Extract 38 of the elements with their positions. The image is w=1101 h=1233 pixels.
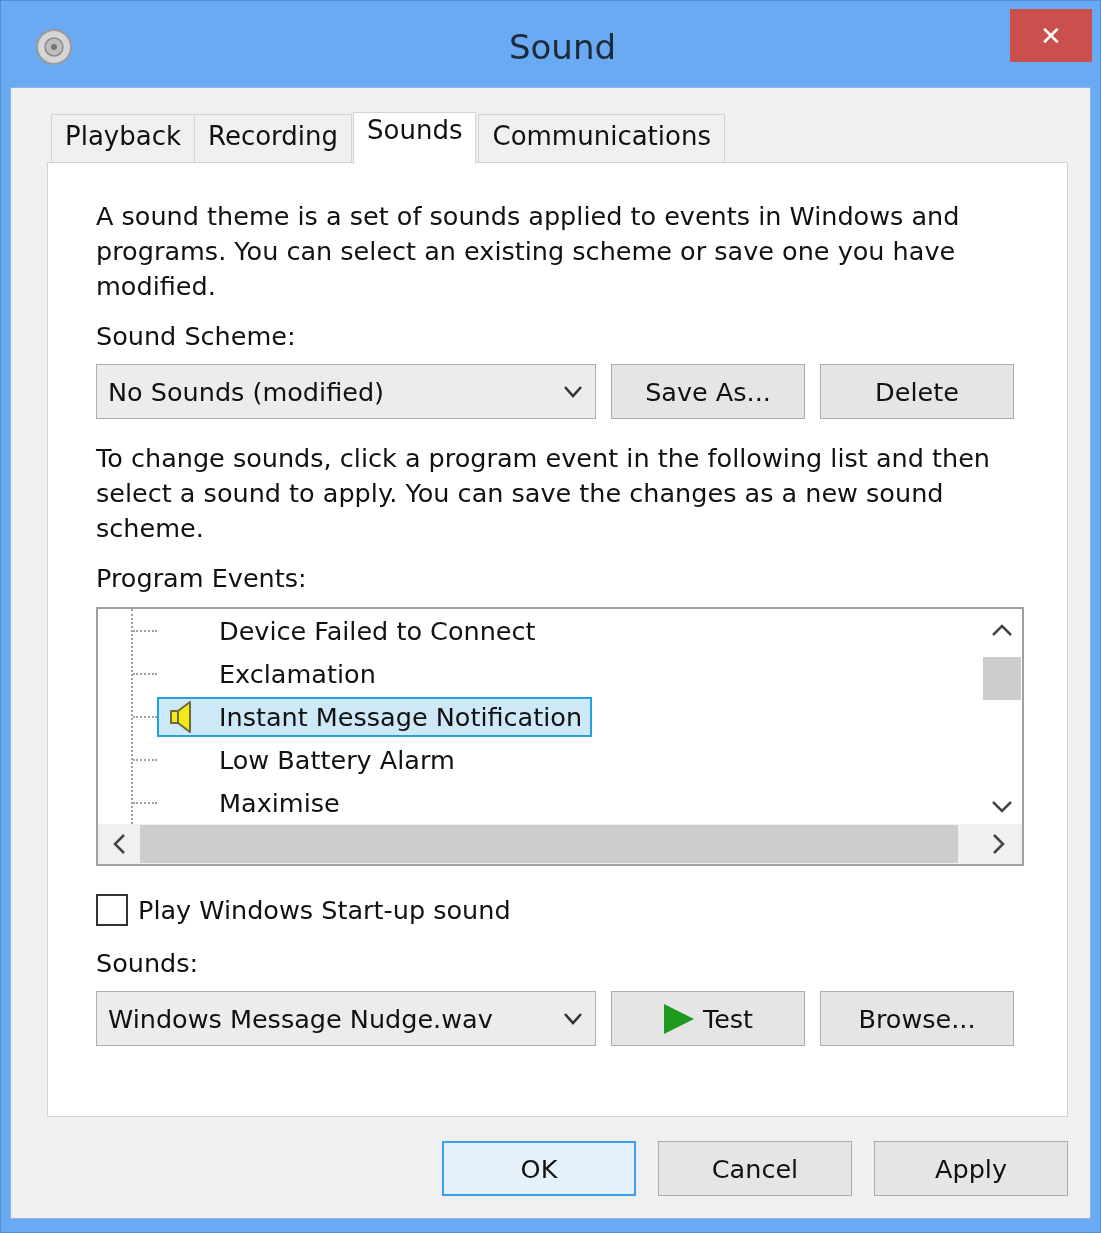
close-button[interactable]: ✕ — [1010, 9, 1092, 62]
window-title: Sound — [507, 27, 618, 67]
chevron-down-icon — [991, 800, 1013, 814]
button[interactable]: Cancel — [658, 1141, 852, 1196]
checkbox[interactable] — [96, 894, 128, 926]
checkbox-label[interactable]: Play Windows Start-up sound — [138, 895, 511, 925]
browse-button[interactable]: Browse... — [820, 991, 1014, 1046]
field-label: Sound Scheme: — [96, 321, 297, 351]
chevron-down-icon — [563, 1011, 583, 1026]
button[interactable]: OK — [442, 1141, 636, 1196]
list-item[interactable]: Device Failed to Connect — [157, 610, 546, 651]
list-item[interactable]: Low Battery Alarm — [157, 739, 465, 780]
sound-scheme-dropdown[interactable]: No Sounds (modified) — [96, 364, 596, 419]
tab[interactable]: Playback — [51, 114, 195, 162]
test-button[interactable]: Test — [611, 991, 805, 1046]
list-item[interactable]: Maximise — [157, 782, 350, 823]
sound-file-dropdown[interactable]: Windows Message Nudge.wav — [96, 991, 596, 1046]
list-item[interactable]: Exclamation — [157, 653, 386, 694]
button[interactable]: Save As... — [611, 364, 805, 419]
instructions-text: To change sounds, click a program event in the following list and then select a sound to apply. You can save the changes as a new sound scheme. — [96, 442, 991, 545]
description-text: A sound theme is a set of sounds applied to events in Windows and programs. You can select an existing scheme or save one you have modified. — [96, 200, 961, 303]
horizontal-scrollbar[interactable] — [98, 824, 1022, 864]
chevron-left-icon — [112, 833, 126, 855]
tab[interactable]: Recording — [194, 114, 353, 162]
chevron-up-icon — [991, 623, 1013, 637]
speaker-icon — [34, 27, 74, 67]
tab[interactable]: Sounds — [353, 112, 477, 164]
chevron-right-icon — [992, 833, 1006, 855]
scroll-thumb[interactable] — [140, 825, 958, 863]
scroll-thumb[interactable] — [983, 657, 1021, 700]
play-icon — [662, 1002, 695, 1035]
field-label: Sounds: — [96, 948, 200, 978]
tab[interactable]: Communications — [478, 114, 725, 162]
list-item[interactable]: Instant Message Notification — [157, 696, 593, 737]
button[interactable]: Delete — [820, 364, 1014, 419]
field-label: Program Events: — [96, 563, 308, 593]
chevron-down-icon — [563, 384, 583, 399]
button[interactable]: Apply — [874, 1141, 1068, 1196]
